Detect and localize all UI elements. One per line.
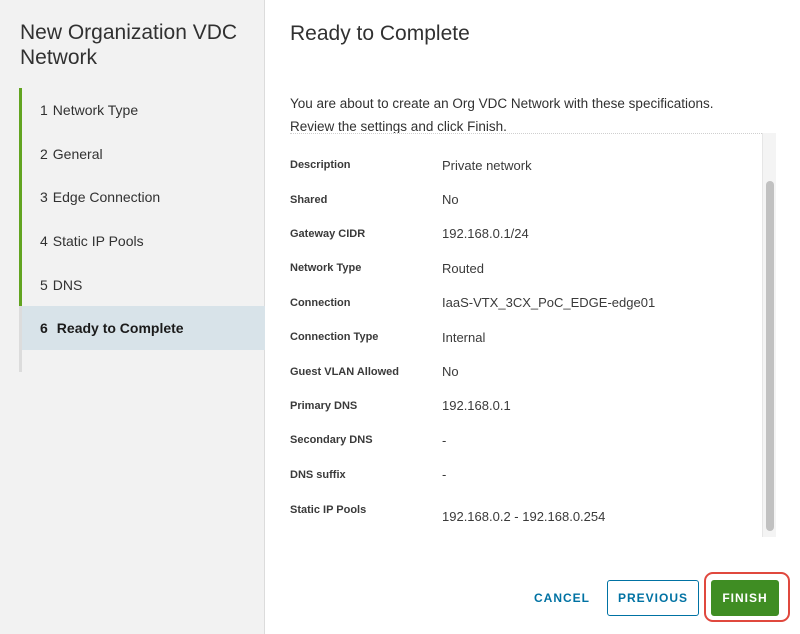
scrollbar-thumb[interactable]: [766, 181, 774, 531]
summary-row: Primary DNS 192.168.0.1: [290, 389, 762, 423]
summary-value: Routed: [442, 260, 484, 276]
summary-value: Internal: [442, 329, 486, 345]
summary-value: No: [442, 364, 459, 380]
step-general[interactable]: 2 General: [19, 131, 265, 176]
summary-value: No: [442, 192, 459, 208]
summary-label: DNS suffix: [290, 468, 346, 481]
summary-label: Connection Type: [290, 331, 379, 344]
summary-list: Description Private network Shared No Ga…: [290, 133, 762, 537]
step-number: 3: [40, 189, 48, 206]
previous-button[interactable]: PREVIOUS: [607, 580, 699, 616]
step-number: 4: [40, 232, 48, 249]
step-ready-to-complete[interactable]: 6 Ready to Complete: [19, 306, 265, 351]
wizard-dialog: New Organization VDC Network 1 Network T…: [0, 0, 800, 634]
summary-row: Description Private network: [290, 148, 762, 182]
summary-value: 192.168.0.2 - 192.168.0.254: [442, 508, 606, 524]
summary-label: Primary DNS: [290, 399, 358, 412]
summary-value: IaaS-VTX_3CX_PoC_EDGE-edge01: [442, 295, 656, 311]
summary-row: Network Type Routed: [290, 251, 762, 285]
wizard-steps-panel: New Organization VDC Network 1 Network T…: [0, 0, 265, 634]
summary-label: Shared: [290, 193, 328, 206]
intro-text: You are about to create an Org VDC Netwo…: [290, 96, 714, 134]
wizard-title: New Organization VDC Network: [20, 21, 238, 69]
step-static-ip-pools[interactable]: 4 Static IP Pools: [19, 219, 265, 263]
summary-value: -: [442, 467, 447, 483]
finish-button[interactable]: FINISH: [711, 580, 779, 616]
step-list: 1 Network Type 2 General 3 Edge Connecti…: [19, 88, 265, 373]
summary-label: Static IP Pools: [290, 504, 367, 517]
page-title: Ready to Complete: [290, 22, 470, 45]
summary-label: Description: [290, 159, 351, 172]
step-number: 1: [40, 101, 48, 118]
summary-row: Static IP Pools 192.168.0.2 - 192.168.0.…: [290, 493, 762, 527]
step-dns[interactable]: 5 DNS: [19, 262, 265, 307]
summary-row: DNS suffix -: [290, 458, 762, 492]
step-label: Edge Connection: [52, 189, 161, 206]
summary-label: Guest VLAN Allowed: [290, 365, 399, 378]
step-label: Network Type: [52, 101, 139, 118]
step-label: General: [52, 145, 103, 162]
summary-value: 192.168.0.1/24: [442, 226, 529, 242]
summary-row: Shared No: [290, 182, 762, 216]
step-label: Static IP Pools: [52, 232, 144, 249]
step-label: Ready to Complete: [56, 320, 184, 337]
step-number: 6: [40, 320, 48, 337]
step-track-end: [19, 350, 265, 373]
summary-scrollbar[interactable]: [762, 133, 776, 537]
cancel-button[interactable]: CANCEL: [522, 580, 602, 616]
summary-row: Connection IaaS-VTX_3CX_PoC_EDGE-edge01: [290, 286, 762, 320]
step-edge-connection[interactable]: 3 Edge Connection: [19, 175, 265, 220]
clipped-row-edge: [290, 133, 762, 141]
summary-row: Guest VLAN Allowed No: [290, 354, 762, 388]
summary-value: 192.168.0.1: [442, 398, 511, 414]
summary-row: Secondary DNS -: [290, 423, 762, 457]
step-network-type[interactable]: 1 Network Type: [19, 88, 265, 132]
summary-value: Private network: [442, 157, 532, 173]
summary-label: Gateway CIDR: [290, 227, 366, 240]
summary-row: Gateway CIDR 192.168.0.1/24: [290, 217, 762, 251]
summary-label: Connection: [290, 296, 351, 309]
summary-label: Secondary DNS: [290, 434, 373, 447]
step-number: 5: [40, 276, 48, 293]
summary-label: Network Type: [290, 262, 362, 275]
summary-row: Connection Type Internal: [290, 320, 762, 354]
step-number: 2: [40, 145, 48, 162]
step-label: DNS: [52, 276, 83, 293]
summary-value: -: [442, 432, 447, 448]
